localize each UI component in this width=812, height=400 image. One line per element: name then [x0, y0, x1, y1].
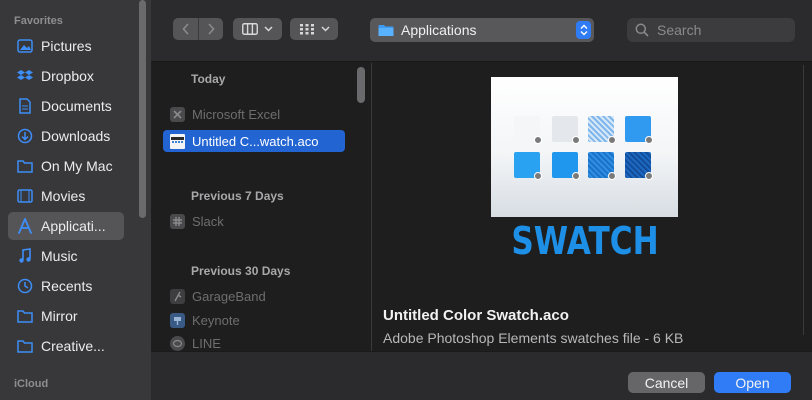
- list-item-garageband[interactable]: GarageBand: [163, 285, 345, 307]
- sidebar-item-label: Mirror: [41, 308, 78, 324]
- list-item-label: GarageBand: [192, 288, 266, 304]
- keynote-app-icon: [170, 312, 185, 328]
- line-app-icon: [170, 335, 185, 351]
- dropbox-icon: [16, 68, 33, 85]
- sidebar-item-downloads[interactable]: Downloads: [8, 122, 124, 150]
- swatch-chip: [588, 116, 616, 144]
- back-button[interactable]: [173, 18, 198, 40]
- folder-icon: [16, 338, 33, 355]
- documents-icon: [16, 98, 33, 115]
- file-list: Today Microsoft Excel Untitled C...watch…: [151, 63, 372, 351]
- list-scrollbar[interactable]: [357, 67, 365, 103]
- sidebar-item-label: Documents: [41, 98, 112, 114]
- preview-scrollbar[interactable]: [803, 65, 809, 335]
- forward-button[interactable]: [198, 18, 223, 40]
- swatch-chip: [625, 152, 653, 180]
- list-item-label: Slack: [192, 213, 224, 229]
- recents-icon: [16, 278, 33, 295]
- folder-icon: [16, 158, 33, 175]
- sidebar-item-label: Creative...: [41, 338, 105, 354]
- list-item-label: Untitled C...watch.aco: [192, 133, 319, 149]
- sidebar-item-label: Movies: [41, 188, 86, 204]
- sidebar-scrollbar[interactable]: [139, 0, 146, 218]
- sidebar-item-pictures[interactable]: Pictures: [8, 32, 124, 60]
- list-item-slack[interactable]: Slack: [163, 210, 345, 232]
- sidebar-item-music[interactable]: Music: [8, 242, 124, 270]
- list-item-label: LINE: [192, 335, 221, 351]
- grid-icon: [299, 24, 314, 35]
- bottom-bar: Cancel Open: [151, 351, 812, 400]
- swatch-chip: [514, 152, 542, 180]
- sidebar: Favorites Pictures Dropbox Documents Dow…: [0, 0, 151, 400]
- list-item-microsoft-excel[interactable]: Microsoft Excel: [163, 103, 345, 125]
- columns-icon: [242, 23, 258, 35]
- sidebar-item-movies[interactable]: Movies: [8, 182, 124, 210]
- slack-app-icon: [170, 213, 185, 229]
- list-header-previous-7-days: Previous 7 Days: [191, 189, 284, 203]
- thumbnail-title: SWATCH: [511, 219, 659, 263]
- downloads-icon: [16, 128, 33, 145]
- nav-buttons: [173, 18, 223, 40]
- search-placeholder: Search: [657, 22, 702, 38]
- sidebar-item-label: Downloads: [41, 128, 111, 144]
- list-item-swatch-file[interactable]: Untitled C...watch.aco: [163, 130, 345, 152]
- swatch-chip: [514, 116, 542, 144]
- chevron-left-icon: [181, 23, 189, 35]
- folder-icon: [16, 308, 33, 325]
- list-item-label: Keynote: [192, 312, 240, 328]
- list-item-keynote[interactable]: Keynote: [163, 309, 345, 331]
- location-label: Applications: [401, 22, 477, 38]
- sidebar-section-favorites: Favorites: [14, 15, 63, 27]
- sidebar-item-dropbox[interactable]: Dropbox: [8, 62, 124, 90]
- file-thumbnail: [491, 77, 678, 217]
- garageband-app-icon: [170, 288, 185, 304]
- preview-file-info: Adobe Photoshop Elements swatches file -…: [383, 330, 684, 346]
- music-icon: [16, 248, 33, 265]
- sidebar-item-label: Recents: [41, 278, 93, 294]
- list-item-label: Microsoft Excel: [192, 106, 281, 122]
- sidebar-item-creative[interactable]: Creative...: [8, 332, 124, 360]
- sidebar-item-recents[interactable]: Recents: [8, 272, 124, 300]
- sidebar-item-on-my-mac[interactable]: On My Mac: [8, 152, 124, 180]
- chevron-down-icon: [320, 26, 330, 32]
- list-header-today: Today: [191, 72, 226, 86]
- applications-icon: [16, 218, 33, 235]
- preview-pane: SWATCH Untitled Color Swatch.aco Adobe P…: [372, 63, 812, 351]
- swatch-chip: [588, 152, 616, 180]
- list-header-previous-30-days: Previous 30 Days: [191, 264, 291, 278]
- sidebar-item-applications[interactable]: Applicati...: [8, 212, 124, 240]
- cancel-button[interactable]: Cancel: [628, 372, 705, 393]
- open-button[interactable]: Open: [714, 372, 791, 393]
- preview-file-name: Untitled Color Swatch.aco: [383, 307, 569, 324]
- search-icon: [635, 23, 649, 37]
- sidebar-item-label: Music: [41, 248, 78, 264]
- group-view-button[interactable]: [290, 18, 338, 40]
- sidebar-section-icloud: iCloud: [14, 378, 49, 390]
- sidebar-item-label: Pictures: [41, 38, 92, 54]
- sidebar-item-label: On My Mac: [41, 158, 113, 174]
- movies-icon: [16, 188, 33, 205]
- updown-chevron-icon: [580, 24, 587, 36]
- toolbar: Applications Search: [151, 0, 812, 62]
- sidebar-item-mirror[interactable]: Mirror: [8, 302, 124, 330]
- sidebar-item-label: Applicati...: [41, 218, 106, 234]
- chevron-right-icon: [208, 23, 215, 35]
- chevron-down-icon: [264, 26, 273, 32]
- location-popup[interactable]: Applications: [370, 18, 594, 42]
- pictures-icon: [16, 38, 33, 55]
- swatch-chip: [552, 152, 580, 180]
- sidebar-item-documents[interactable]: Documents: [8, 92, 124, 120]
- swatch-chip: [552, 116, 580, 144]
- sidebar-item-label: Dropbox: [41, 68, 94, 84]
- swatch-chip: [625, 116, 653, 144]
- search-field[interactable]: Search: [627, 18, 795, 42]
- aco-file-icon: [170, 133, 185, 149]
- folder-icon: [378, 24, 394, 36]
- list-item-line[interactable]: LINE: [163, 332, 345, 351]
- location-stepper[interactable]: [576, 21, 591, 39]
- excel-app-icon: [170, 106, 185, 122]
- column-view-button[interactable]: [233, 18, 282, 40]
